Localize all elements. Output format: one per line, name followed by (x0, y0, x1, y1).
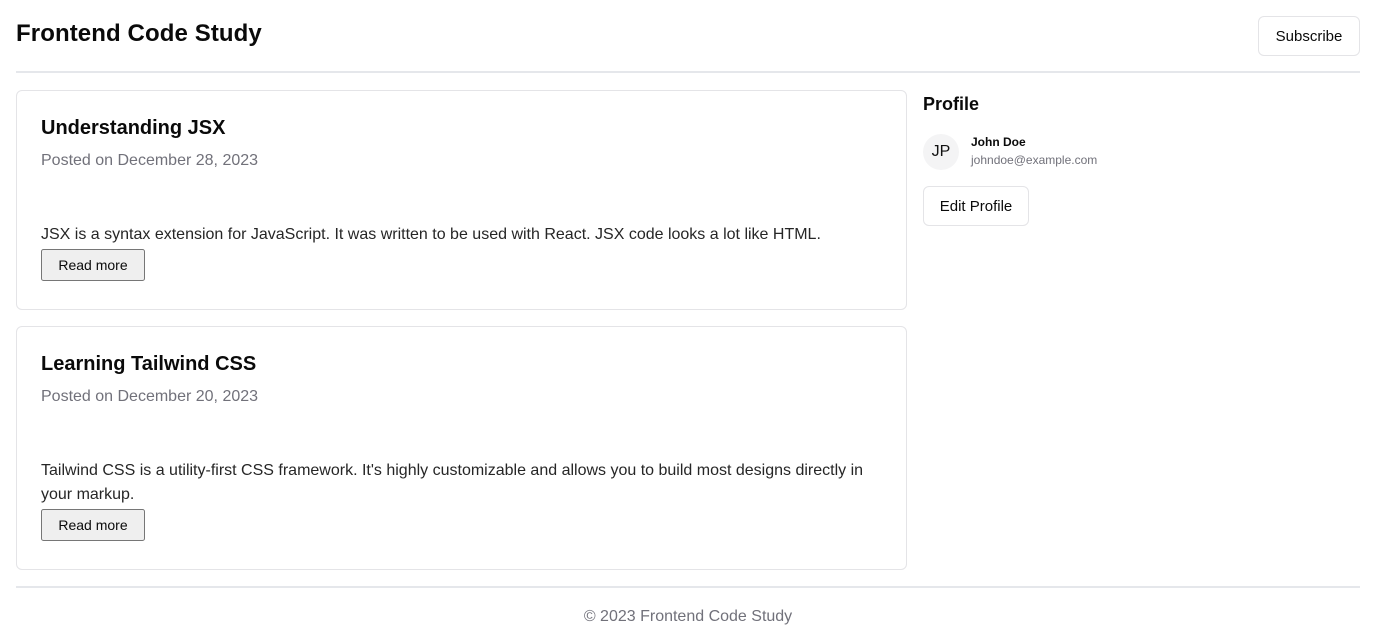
post-excerpt: JSX is a syntax extension for JavaScript… (41, 226, 821, 243)
user-email: johndoe@example.com (971, 153, 1098, 167)
post-title: Learning Tailwind CSS (41, 353, 257, 375)
profile-heading: Profile (923, 94, 980, 114)
edit-profile-button[interactable]: Edit Profile (923, 186, 1029, 226)
read-more-button[interactable]: Read more (41, 249, 145, 281)
post-title: Understanding JSX (41, 117, 226, 139)
post-card: Learning Tailwind CSS Posted on December… (16, 326, 907, 570)
post-date: Posted on December 28, 2023 (41, 152, 259, 169)
site-footer: © 2023 Frontend Code Study (16, 586, 1360, 644)
site-title: Frontend Code Study (16, 20, 262, 47)
subscribe-button[interactable]: Subscribe (1258, 16, 1360, 56)
post-date: Posted on December 20, 2023 (41, 388, 259, 405)
avatar: JP (923, 134, 959, 170)
user-name: John Doe (971, 135, 1026, 149)
footer-copyright: © 2023 Frontend Code Study (583, 608, 793, 625)
site-header: Frontend Code Study Subscribe (16, 0, 1360, 73)
read-more-button[interactable]: Read more (41, 509, 145, 541)
post-card: Understanding JSX Posted on December 28,… (16, 90, 907, 310)
avatar-initials: JP (931, 143, 951, 160)
post-excerpt: Tailwind CSS is a utility-first CSS fram… (41, 462, 864, 503)
